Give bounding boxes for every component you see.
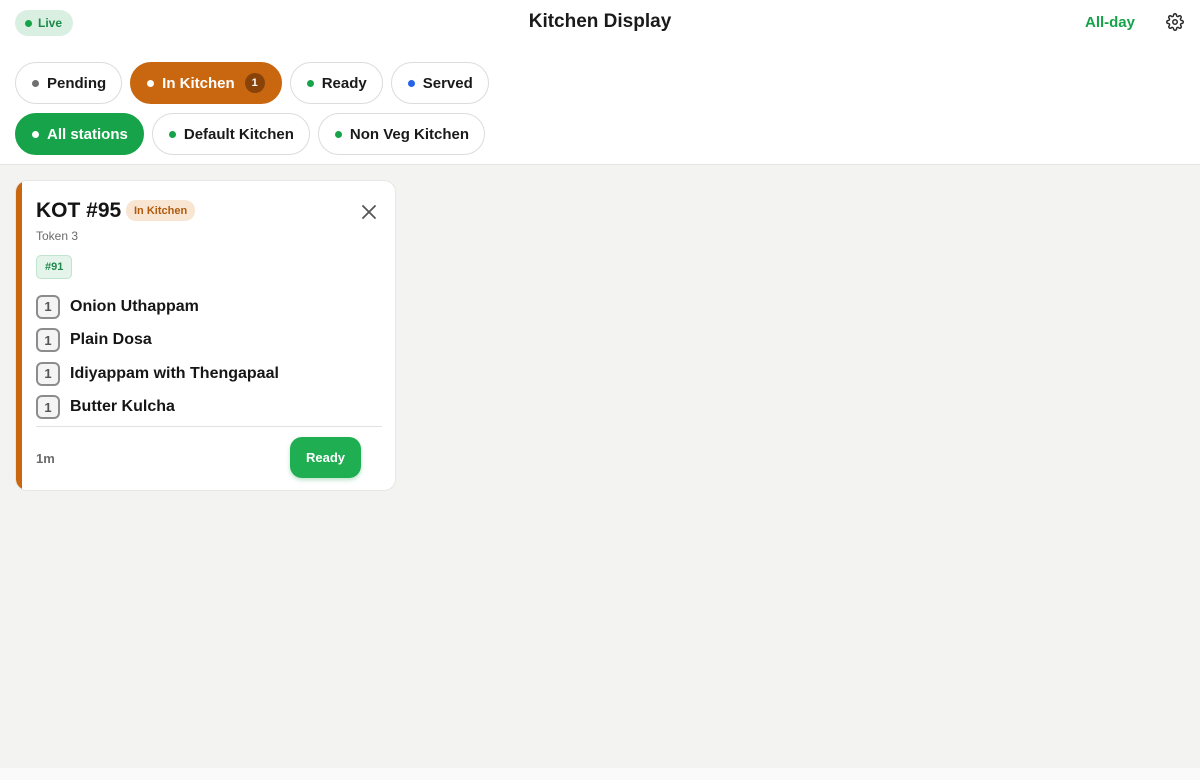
gear-icon[interactable] [1166, 13, 1184, 31]
status-filter-row: Pending In Kitchen 1 Ready Served [15, 62, 489, 104]
status-filter-served[interactable]: Served [390, 62, 489, 104]
station-filter-non-veg-kitchen[interactable]: Non Veg Kitchen [317, 113, 486, 155]
status-dot-icon [32, 79, 39, 87]
station-filter-label: Default Kitchen [183, 125, 294, 143]
count-badge: 1 [244, 73, 265, 93]
status-dot-icon [147, 79, 155, 87]
ready-button[interactable]: Ready [290, 437, 361, 478]
station-filter-default-kitchen[interactable]: Default Kitchen [151, 113, 310, 155]
station-filter-row: All stations Default Kitchen Non Veg Kit… [15, 113, 486, 155]
station-dot-icon [32, 130, 39, 138]
item-list: 1 Onion Uthappam 1 Plain Dosa 1 Idiyappa… [36, 290, 381, 424]
status-dot-icon [306, 79, 314, 87]
station-dot-icon [168, 130, 176, 138]
item-name: Plain Dosa [70, 331, 152, 349]
status-filter-label: Pending [47, 74, 107, 92]
order-tag: #91 [36, 255, 73, 279]
station-filter-all[interactable]: All stations [15, 113, 144, 155]
status-filter-ready[interactable]: Ready [289, 62, 383, 104]
elapsed-time: 1m [36, 451, 55, 466]
station-filter-label: All stations [47, 125, 128, 143]
list-item: 1 Onion Uthappam [36, 290, 381, 324]
card-status-accent [16, 181, 22, 490]
token-label: Token 3 [36, 229, 79, 243]
status-dot-icon [407, 79, 415, 87]
quantity-badge: 1 [36, 294, 60, 319]
status-filter-pending[interactable]: Pending [15, 62, 123, 104]
quantity-badge: 1 [36, 328, 60, 353]
quantity-badge: 1 [36, 361, 60, 386]
item-name: Idiyappam with Thengapaal [70, 364, 279, 382]
top-bar: Live Kitchen Display All-day Pending In … [0, 0, 1200, 165]
list-item: 1 Butter Kulcha [36, 391, 381, 425]
kot-card: KOT #95 In Kitchen Token 3 #91 1 Onion U… [15, 180, 396, 491]
status-badge: In Kitchen [126, 200, 196, 221]
bottom-strip [0, 768, 1200, 780]
close-icon[interactable] [360, 203, 378, 221]
status-filter-in-kitchen[interactable]: In Kitchen 1 [130, 62, 282, 104]
status-filter-label: In Kitchen [162, 74, 235, 92]
list-item: 1 Plain Dosa [36, 324, 381, 358]
station-filter-label: Non Veg Kitchen [349, 125, 470, 143]
item-name: Onion Uthappam [70, 297, 199, 315]
page-title: Kitchen Display [528, 11, 672, 32]
quantity-badge: 1 [36, 395, 60, 420]
list-item: 1 Idiyappam with Thengapaal [36, 357, 381, 391]
status-filter-label: Served [422, 74, 473, 92]
station-dot-icon [334, 130, 342, 138]
card-divider [36, 426, 382, 427]
kot-title: KOT #95 [36, 199, 122, 222]
item-name: Butter Kulcha [70, 398, 175, 416]
status-filter-label: Ready [321, 74, 367, 92]
all-day-link[interactable]: All-day [1085, 14, 1135, 31]
